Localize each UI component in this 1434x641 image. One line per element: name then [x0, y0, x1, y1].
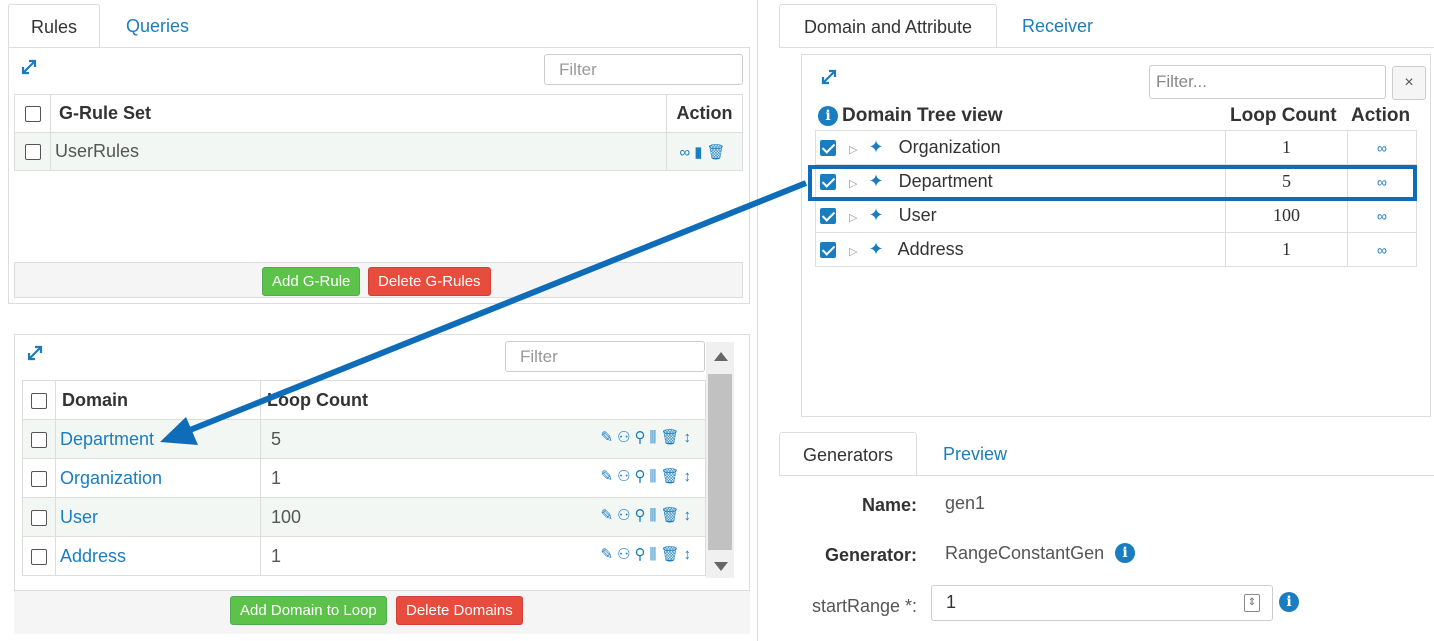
name-label: Name:	[861, 495, 917, 515]
generator-label: Generator:	[824, 545, 917, 565]
tab-preview[interactable]: Preview	[921, 432, 1029, 476]
tab-generators[interactable]: Generators	[779, 432, 917, 476]
start-range-label: startRange *:	[811, 596, 917, 616]
generator-value: RangeConstantGen	[945, 543, 1105, 563]
spinner-icon[interactable]: ⇕	[1244, 594, 1260, 612]
tab-divider	[779, 475, 1434, 476]
name-value: gen1	[945, 493, 986, 513]
start-range-input[interactable]: 1 ⇕	[931, 585, 1273, 621]
info-icon[interactable]: i	[1115, 543, 1135, 563]
start-range-value: 1	[946, 592, 957, 612]
annotation-arrow	[160, 180, 808, 445]
info-icon[interactable]: i	[1279, 592, 1299, 612]
